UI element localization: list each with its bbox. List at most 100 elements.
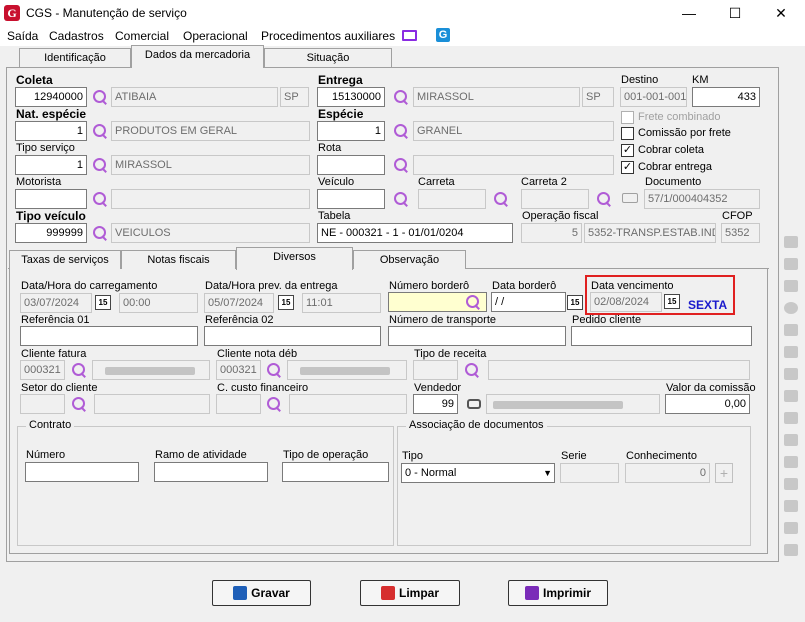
motorista-code-field[interactable] — [15, 189, 87, 209]
veiculo-field[interactable] — [317, 189, 385, 209]
tipo-receita-code-field — [413, 360, 458, 380]
contrato-numero-label: Número — [26, 449, 66, 461]
tab-notas-fiscais[interactable]: Notas fiscais — [121, 250, 236, 269]
settings-tool-icon[interactable] — [784, 258, 798, 270]
referencia02-field[interactable] — [204, 326, 381, 346]
tipo-veiculo-search-icon[interactable] — [92, 225, 108, 241]
motorista-search-icon[interactable] — [92, 191, 108, 207]
data-bordero-field[interactable]: / / — [491, 292, 566, 312]
comissao-frete-checkbox[interactable] — [621, 127, 634, 140]
tab-situacao[interactable]: Situação — [264, 48, 392, 68]
cliente-fatura-search-icon[interactable] — [71, 362, 87, 378]
limpar-label: Limpar — [398, 586, 439, 600]
tab-taxas-servicos[interactable]: Taxas de serviços — [9, 250, 121, 269]
tab-diversos[interactable]: Diversos — [236, 247, 353, 270]
carreta-search-icon[interactable] — [493, 191, 509, 207]
tipo-servico-code-field[interactable]: 1 — [15, 155, 87, 175]
rota-code-field[interactable] — [317, 155, 385, 175]
tipo-servico-search-icon[interactable] — [92, 157, 108, 173]
coleta-search-icon[interactable] — [92, 89, 108, 105]
nat-especie-search-icon[interactable] — [92, 123, 108, 139]
gravar-button[interactable]: Gravar — [212, 580, 311, 606]
tabela-field[interactable]: NE - 000321 - 1 - 01/01/0204 — [317, 223, 513, 243]
assoc-tipo-select[interactable]: 0 - Normal ▼ — [401, 463, 555, 483]
doc-tool-icon[interactable] — [784, 522, 798, 534]
entrega-city-field: MIRASSOL — [413, 87, 580, 107]
ramo-atividade-label: Ramo de atividade — [155, 449, 247, 461]
add-icon[interactable]: + — [715, 463, 733, 483]
app-shortcut-icon[interactable]: G — [436, 28, 450, 42]
binoculars-icon[interactable] — [467, 399, 481, 409]
setor-cliente-code-field — [20, 394, 65, 414]
nat-especie-code-field[interactable]: 1 — [15, 121, 87, 141]
associacao-title: Associação de documentos — [406, 419, 547, 431]
especie-label: Espécie — [318, 107, 364, 121]
contrato-group: Contrato — [17, 419, 394, 546]
imprimir-button[interactable]: Imprimir — [508, 580, 608, 606]
tab-observacao[interactable]: Observação — [353, 250, 466, 269]
prev-entrega-calendar-icon[interactable]: 15 — [278, 295, 294, 310]
window-title: CGS - Manutenção de serviço — [26, 6, 187, 20]
pedido-cliente-field[interactable] — [571, 326, 752, 346]
num-transporte-field[interactable] — [388, 326, 566, 346]
cobrar-entrega-label: Cobrar entrega — [638, 161, 712, 173]
ramo-atividade-field[interactable] — [154, 462, 268, 482]
menu-comercial[interactable]: Comercial — [115, 29, 169, 43]
km-field[interactable]: 433 — [692, 87, 760, 107]
menu-cadastros[interactable]: Cadastros — [49, 29, 104, 43]
referencia01-field[interactable] — [20, 326, 198, 346]
app-logo-icon: G — [4, 5, 20, 21]
comissao-field[interactable]: 0,00 — [665, 394, 750, 414]
cobrar-entrega-checkbox[interactable]: ✓ — [621, 161, 634, 174]
cobrar-coleta-checkbox[interactable]: ✓ — [621, 144, 634, 157]
vencimento-calendar-icon[interactable]: 15 — [664, 294, 680, 309]
box-tool-icon[interactable] — [784, 456, 798, 468]
rota-search-icon[interactable] — [393, 157, 409, 173]
data-bordero-calendar-icon[interactable]: 15 — [567, 295, 583, 310]
frete-combinado-checkbox[interactable] — [621, 111, 634, 124]
check-tool-icon[interactable] — [784, 236, 798, 248]
truck-tool-icon[interactable] — [784, 412, 798, 424]
tipo-operacao-field[interactable] — [282, 462, 389, 482]
tab-identificacao[interactable]: Identificação — [19, 48, 131, 68]
setor-cliente-search-icon[interactable] — [71, 396, 87, 412]
copy-tool-icon[interactable] — [784, 368, 798, 380]
menu-saida[interactable]: Saída — [7, 29, 38, 43]
associacao-group: Associação de documentos — [397, 419, 751, 546]
monitor-icon[interactable] — [402, 30, 417, 41]
coleta-code-field[interactable]: 12940000 — [15, 87, 87, 107]
circle-tool-icon[interactable] — [784, 302, 798, 314]
vendedor-code-field[interactable]: 99 — [413, 394, 458, 414]
cliente-nota-code-field: 000321 — [216, 360, 261, 380]
map-tool-icon[interactable] — [784, 434, 798, 446]
export-tool-icon[interactable] — [784, 346, 798, 358]
tab-dados-mercadoria[interactable]: Dados da mercadoria — [131, 45, 264, 68]
operacao-fiscal-label: Operação fiscal — [522, 210, 599, 222]
contrato-numero-field[interactable] — [25, 462, 139, 482]
leaf-tool-icon[interactable] — [784, 478, 798, 490]
carregamento-calendar-icon[interactable]: 15 — [95, 295, 111, 310]
close-button[interactable]: ✕ — [758, 0, 804, 26]
menu-procedimentos[interactable]: Procedimentos auxiliares — [261, 29, 395, 43]
carreta2-search-icon[interactable] — [596, 191, 612, 207]
veiculo-search-icon[interactable] — [393, 191, 409, 207]
gear-tool-icon[interactable] — [784, 544, 798, 556]
custo-financeiro-search-icon[interactable] — [266, 396, 282, 412]
ship-tool-icon[interactable] — [784, 500, 798, 512]
entrega-code-field[interactable]: 15130000 — [317, 87, 385, 107]
assoc-tipo-value: 0 - Normal — [405, 467, 457, 479]
tag-tool-icon[interactable] — [784, 324, 798, 336]
tipo-veiculo-code-field[interactable]: 999999 — [15, 223, 87, 243]
especie-code-field[interactable]: 1 — [317, 121, 385, 141]
cliente-nota-search-icon[interactable] — [266, 362, 282, 378]
minimize-button[interactable]: — — [666, 0, 712, 26]
maximize-button[interactable]: ☐ — [712, 0, 758, 26]
especie-search-icon[interactable] — [393, 123, 409, 139]
limpar-button[interactable]: Limpar — [360, 580, 460, 606]
entrega-search-icon[interactable] — [393, 89, 409, 105]
menu-operacional[interactable]: Operacional — [183, 29, 248, 43]
print-tool-icon[interactable] — [784, 390, 798, 402]
tipo-receita-search-icon[interactable] — [464, 362, 480, 378]
ciot-tool-icon[interactable] — [784, 280, 798, 292]
bordero-search-icon[interactable] — [465, 294, 481, 310]
